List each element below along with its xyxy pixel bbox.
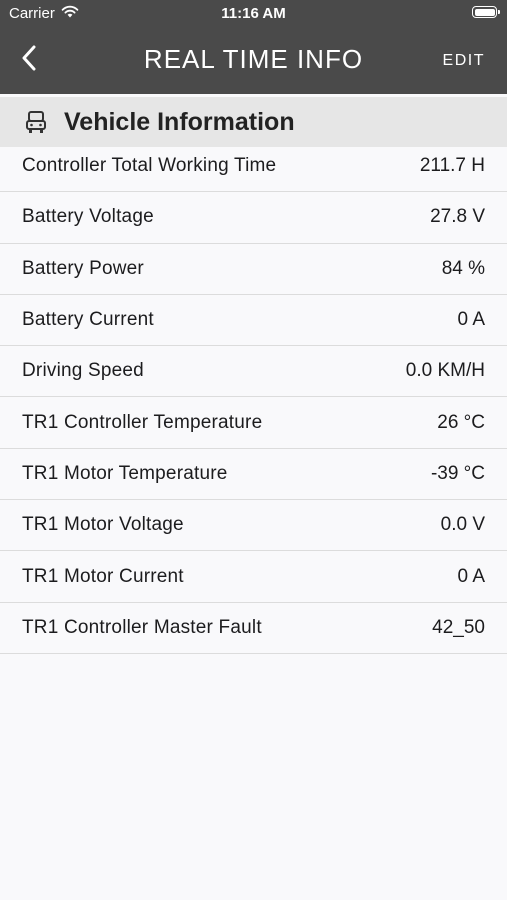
info-row-value: -39 °C: [430, 462, 485, 484]
info-list: Controller Total Working Time 211.7 H Batt…: [0, 141, 507, 654]
section-title: Vehicle Information: [64, 107, 295, 136]
info-row-label: Driving Speed: [22, 360, 144, 382]
info-row-label: Battery Power: [22, 257, 144, 279]
info-row-label: Battery Voltage: [22, 206, 154, 228]
info-row-value: 0 A: [457, 309, 485, 331]
info-row-label: TR1 Motor Current: [22, 565, 184, 587]
top-bar: Carrier 11:16 AM REAL TIME INFO EDIT: [0, 0, 507, 94]
info-row: Driving Speed 0.0 KM/H: [0, 346, 507, 398]
info-row-label: TR1 Motor Voltage: [22, 514, 184, 536]
info-row-label: TR1 Motor Temperature: [22, 462, 228, 484]
info-row-value: 84 %: [441, 257, 485, 279]
info-row: Battery Voltage 27.8 V: [0, 192, 507, 244]
status-bar: Carrier 11:16 AM: [0, 0, 507, 28]
info-row-value: 0.0 V: [440, 514, 485, 536]
edit-button[interactable]: EDIT: [443, 52, 485, 70]
info-row-value: 211.7 H: [419, 155, 485, 177]
info-row: Battery Power 84 %: [0, 244, 507, 295]
info-row-value: 42_50: [432, 616, 485, 638]
info-row: Battery Current 0 A: [0, 295, 507, 347]
info-row: TR1 Controller Master Fault 42_50: [0, 603, 507, 654]
info-row: TR1 Motor Temperature -39 °C: [0, 449, 507, 501]
info-row-value: 0 A: [457, 565, 485, 587]
vehicle-icon: [24, 109, 48, 135]
info-row-label: Controller Total Working Time: [22, 155, 277, 177]
battery-level: [474, 8, 495, 16]
info-row-label: Battery Current: [22, 309, 154, 331]
page-title: REAL TIME INFO: [143, 44, 364, 74]
navigation-bar: REAL TIME INFO EDIT: [0, 28, 507, 94]
status-time: 11:16 AM: [221, 5, 286, 22]
info-row: Controller Total Working Time 211.7 H: [0, 141, 507, 193]
section-header: Vehicle Information: [0, 97, 507, 147]
info-row-label: TR1 Controller Temperature: [22, 411, 263, 433]
info-row: TR1 Motor Voltage 0.0 V: [0, 500, 507, 552]
info-row-value: 26 °C: [437, 411, 485, 433]
battery-icon: [472, 6, 500, 18]
info-row-value: 27.8 V: [430, 206, 485, 228]
info-row-label: TR1 Controller Master Fault: [22, 616, 262, 638]
info-row: TR1 Motor Current 0 A: [0, 551, 507, 603]
info-row: TR1 Controller Temperature 26 °C: [0, 397, 507, 449]
info-row-value: 0.0 KM/H: [405, 360, 485, 382]
